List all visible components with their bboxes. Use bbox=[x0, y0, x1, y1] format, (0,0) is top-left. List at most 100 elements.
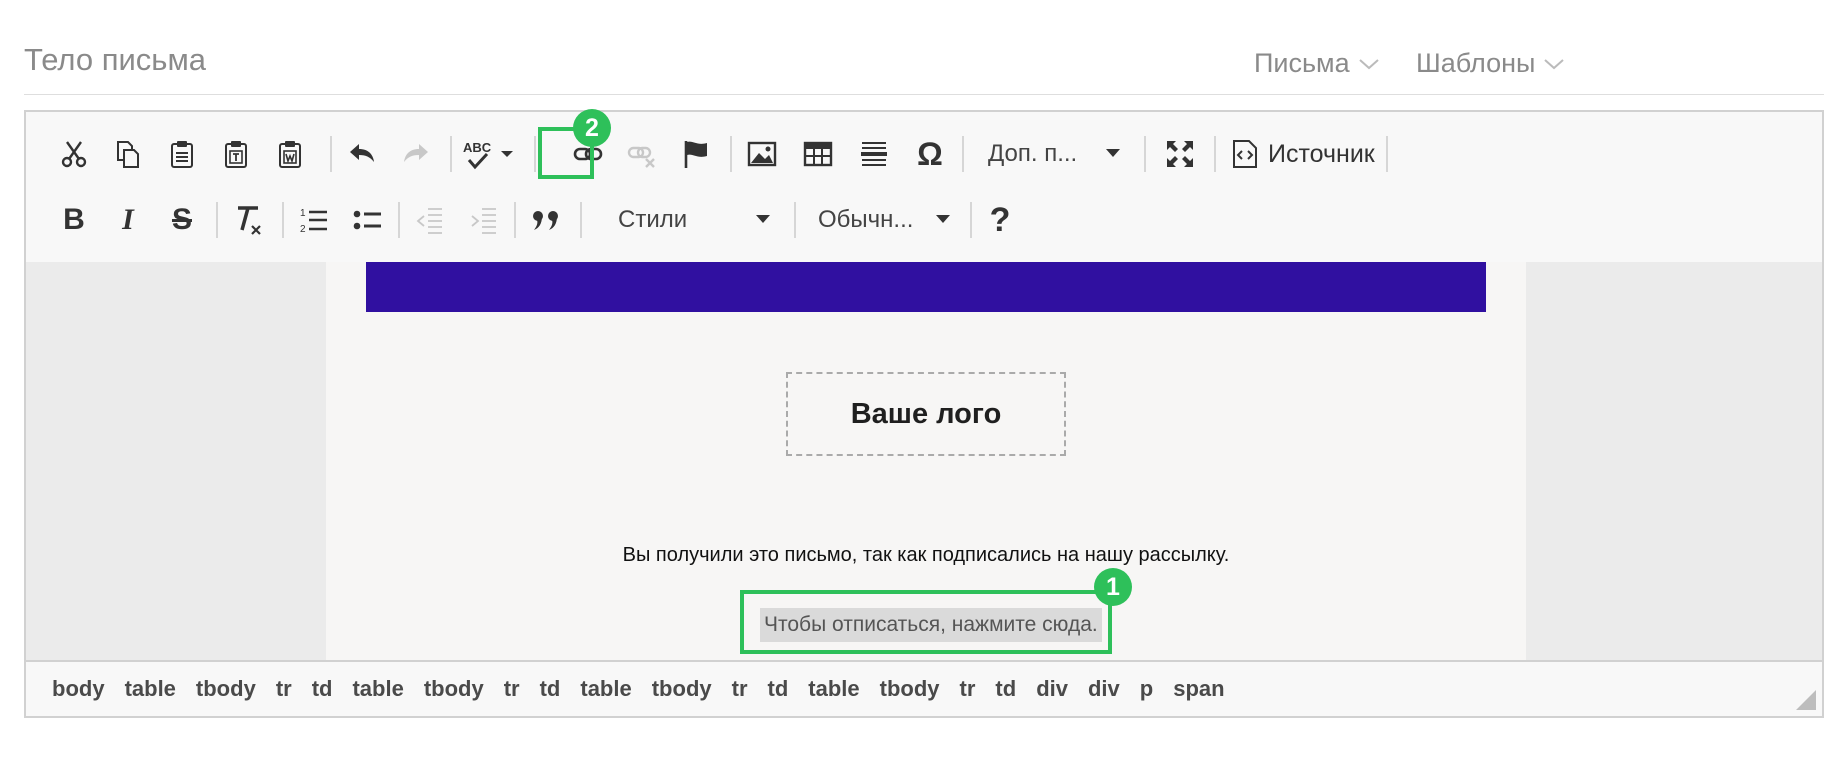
anchor-button[interactable] bbox=[674, 132, 718, 176]
path-item[interactable]: td bbox=[302, 676, 343, 702]
path-item[interactable]: tr bbox=[266, 676, 302, 702]
image-icon bbox=[747, 141, 777, 167]
path-item[interactable]: tr bbox=[722, 676, 758, 702]
path-item[interactable]: span bbox=[1163, 676, 1234, 702]
path-item[interactable]: table bbox=[570, 676, 641, 702]
path-item[interactable]: table bbox=[342, 676, 413, 702]
extra-combo-label: Доп. п... bbox=[988, 140, 1078, 167]
special-char-button[interactable]: Ω bbox=[908, 132, 952, 176]
outdent-button[interactable] bbox=[408, 198, 452, 242]
path-item[interactable]: tbody bbox=[642, 676, 722, 702]
paste-button[interactable] bbox=[160, 132, 204, 176]
help-button[interactable]: ? bbox=[978, 198, 1022, 242]
paste-icon bbox=[171, 141, 193, 168]
path-item[interactable]: table bbox=[798, 676, 869, 702]
indent-button[interactable] bbox=[462, 198, 506, 242]
templates-menu-label: Шаблоны bbox=[1416, 48, 1536, 78]
chevron-down-icon bbox=[936, 215, 950, 223]
undo-button[interactable] bbox=[340, 132, 384, 176]
letters-menu-label: Письма bbox=[1254, 48, 1350, 78]
path-item[interactable]: td bbox=[985, 676, 1026, 702]
path-item[interactable]: td bbox=[758, 676, 799, 702]
spellcheck-button[interactable]: ABC bbox=[460, 132, 522, 176]
email-banner bbox=[366, 262, 1486, 312]
annotation-badge-1: 1 bbox=[1094, 568, 1132, 606]
source-icon bbox=[1233, 140, 1257, 168]
remove-format-icon bbox=[238, 206, 261, 235]
source-button[interactable]: Источник bbox=[1232, 132, 1375, 176]
path-item[interactable]: table bbox=[115, 676, 186, 702]
numbered-list-icon: 12 bbox=[300, 208, 327, 235]
chevron-down-icon bbox=[756, 215, 770, 223]
maximize-icon bbox=[1167, 141, 1193, 167]
remove-format-button[interactable] bbox=[226, 198, 270, 242]
redo-button[interactable] bbox=[394, 132, 438, 176]
field-label: Тело письма bbox=[24, 42, 207, 77]
spellcheck-icon: ABC bbox=[463, 140, 513, 170]
undo-icon bbox=[350, 144, 374, 162]
templates-menu[interactable]: Шаблоны bbox=[1416, 48, 1565, 79]
horizontal-rule-button[interactable] bbox=[852, 132, 896, 176]
annotation-badge-2: 2 bbox=[573, 109, 611, 147]
paste-word-button[interactable] bbox=[268, 132, 312, 176]
blockquote-button[interactable] bbox=[524, 198, 568, 242]
paste-text-icon bbox=[225, 141, 247, 168]
path-item[interactable]: div bbox=[1026, 676, 1078, 702]
unsubscribe-text[interactable]: Чтобы отписаться, нажмите сюда. bbox=[760, 608, 1102, 642]
table-icon bbox=[803, 141, 833, 167]
path-item[interactable]: tr bbox=[950, 676, 986, 702]
paste-text-button[interactable] bbox=[214, 132, 258, 176]
flag-icon bbox=[684, 141, 707, 168]
italic-button[interactable]: I bbox=[106, 198, 150, 242]
path-item[interactable]: tbody bbox=[186, 676, 266, 702]
path-item[interactable]: tbody bbox=[414, 676, 494, 702]
path-item[interactable]: tr bbox=[494, 676, 530, 702]
styles-combo[interactable]: Стили bbox=[618, 198, 778, 242]
copy-button[interactable] bbox=[106, 132, 150, 176]
path-item[interactable]: td bbox=[530, 676, 571, 702]
numbered-list-button[interactable]: 12 bbox=[292, 198, 336, 242]
format-combo-label: Обычн... bbox=[818, 206, 914, 233]
chevron-down-icon bbox=[1544, 58, 1565, 69]
chevron-down-icon bbox=[1358, 58, 1379, 69]
editor-content[interactable]: Ваше лого Вы получили это письмо, так ка… bbox=[26, 262, 1822, 662]
copy-icon bbox=[117, 141, 139, 168]
bold-button[interactable]: B bbox=[52, 198, 96, 242]
redo-icon bbox=[404, 144, 428, 162]
field-header: Тело письма Письма Шаблоны bbox=[24, 38, 1824, 95]
source-label: Источник bbox=[1268, 139, 1375, 168]
svg-text:ABC: ABC bbox=[463, 140, 492, 155]
indent-icon bbox=[471, 208, 496, 234]
format-combo[interactable]: Обычн... bbox=[818, 198, 958, 242]
extra-combo[interactable]: Доп. п... bbox=[988, 132, 1128, 176]
svg-text:2: 2 bbox=[300, 224, 306, 235]
svg-text:1: 1 bbox=[300, 208, 306, 219]
element-path-bar: body table tbody tr td table tbody tr td… bbox=[26, 660, 1822, 716]
unlink-icon bbox=[627, 146, 655, 168]
strike-button[interactable]: S bbox=[160, 198, 204, 242]
outdent-icon bbox=[416, 208, 442, 234]
cut-button[interactable] bbox=[52, 132, 96, 176]
path-item[interactable]: body bbox=[42, 676, 115, 702]
email-body: Ваше лого Вы получили это письмо, так ка… bbox=[326, 262, 1526, 662]
image-button[interactable] bbox=[740, 132, 784, 176]
path-item[interactable]: p bbox=[1130, 676, 1163, 702]
unlink-button[interactable] bbox=[620, 132, 664, 176]
horizontal-rule-icon bbox=[861, 142, 887, 166]
rich-text-editor: ABC Ω Доп. п... Источник B I S 1 2 Стили… bbox=[24, 109, 1824, 718]
table-button[interactable] bbox=[796, 132, 840, 176]
chevron-down-icon bbox=[1106, 149, 1120, 157]
paste-word-icon bbox=[279, 141, 301, 168]
bulleted-list-button[interactable] bbox=[346, 198, 390, 242]
editor-toolbar: ABC Ω Доп. п... Источник B I S 1 2 Стили… bbox=[26, 109, 1822, 264]
bulleted-list-icon bbox=[353, 210, 381, 230]
subscription-notice: Вы получили это письмо, так как подписал… bbox=[622, 544, 1230, 566]
letters-menu[interactable]: Письма bbox=[1254, 48, 1380, 79]
resize-handle-icon[interactable] bbox=[1796, 690, 1816, 710]
scissors-icon bbox=[61, 141, 87, 168]
quote-icon bbox=[533, 211, 558, 230]
path-item[interactable]: div bbox=[1078, 676, 1130, 702]
maximize-button[interactable] bbox=[1158, 132, 1202, 176]
path-item[interactable]: tbody bbox=[870, 676, 950, 702]
logo-placeholder[interactable]: Ваше лого bbox=[786, 372, 1066, 456]
